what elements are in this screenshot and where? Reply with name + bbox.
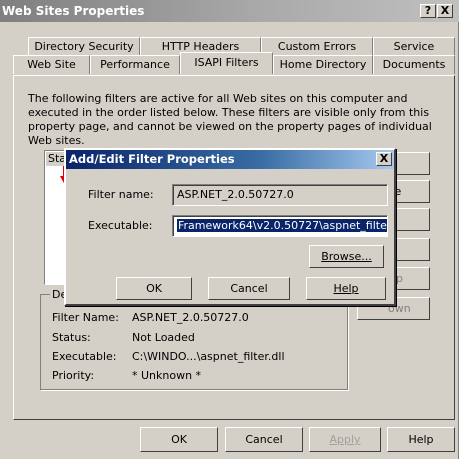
tab-home-directory[interactable]: Home Directory — [273, 55, 373, 74]
filter-name-field[interactable]: ASP.NET_2.0.50727.0 — [172, 184, 388, 206]
help-button[interactable]: Help — [387, 427, 455, 452]
tab-documents[interactable]: Documents — [373, 55, 455, 74]
detail-status-value: Not Loaded — [132, 331, 195, 344]
detail-executable-value: C:\WINDO...\aspnet_filter.dll — [132, 350, 285, 363]
executable-label: Executable: — [88, 219, 153, 232]
executable-selected-text: Framework64\v2.0.50727\aspnet_filter.dll — [177, 219, 387, 232]
detail-filter-name-value: ASP.NET_2.0.50727.0 — [132, 311, 249, 324]
dialog-close-button[interactable]: X — [376, 152, 392, 166]
tab-service[interactable]: Service — [373, 37, 455, 56]
dialog-help-button-label: Help — [333, 282, 359, 295]
help-title-button[interactable]: ? — [420, 4, 436, 18]
detail-priority-label: Priority: — [52, 369, 95, 382]
detail-status-label: Status: — [52, 331, 91, 344]
apply-button-label: Apply — [329, 433, 361, 446]
ok-button[interactable]: OK — [140, 427, 218, 452]
dialog-ok-button[interactable]: OK — [116, 277, 192, 300]
detail-filter-name-label: Filter Name: — [52, 311, 119, 324]
browse-button-label: Browse... — [321, 250, 372, 263]
tab-isapi-filters[interactable]: ISAPI Filters — [180, 52, 273, 74]
apply-button[interactable]: Apply — [309, 427, 381, 452]
close-title-button[interactable]: X — [437, 4, 453, 18]
tab-performance[interactable]: Performance — [90, 55, 180, 74]
executable-field[interactable]: Framework64\v2.0.50727\aspnet_filter.dll — [172, 215, 388, 237]
browse-button[interactable]: Browse... — [309, 245, 384, 268]
dialog-cancel-button[interactable]: Cancel — [208, 277, 290, 300]
panel-description: The following filters are active for all… — [28, 92, 432, 147]
detail-executable-label: Executable: — [52, 350, 117, 363]
detail-priority-value: * Unknown * — [132, 369, 202, 382]
tab-directory-security[interactable]: Directory Security — [28, 37, 140, 56]
window-title: Web Sites Properties — [0, 0, 459, 22]
dialog-title: Add/Edit Filter Properties — [66, 150, 394, 169]
tab-custom-errors[interactable]: Custom Errors — [261, 37, 373, 56]
dialog-help-button[interactable]: Help — [306, 277, 386, 300]
filter-name-label: Filter name: — [88, 188, 154, 201]
cancel-button[interactable]: Cancel — [225, 427, 303, 452]
tab-web-site[interactable]: Web Site — [13, 55, 90, 74]
